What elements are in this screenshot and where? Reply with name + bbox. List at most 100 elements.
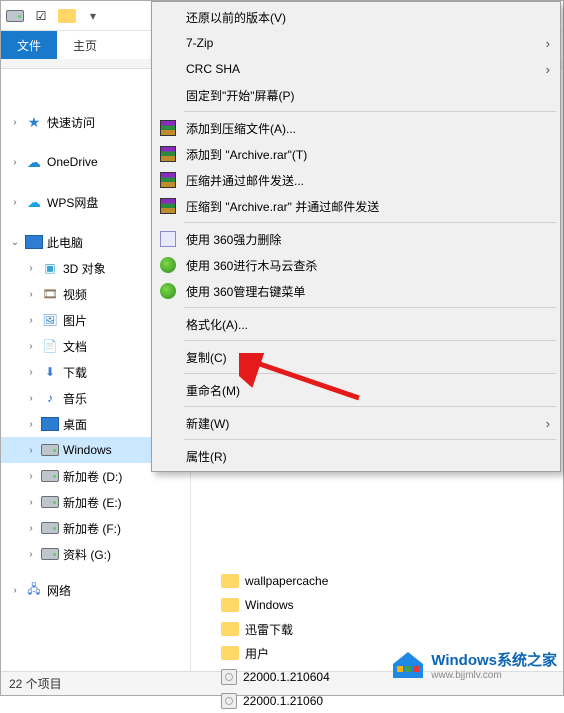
tree-label: Windows — [63, 443, 112, 457]
chevron-right-icon[interactable]: › — [25, 445, 37, 456]
file-name: Windows — [245, 598, 294, 612]
menu-separator — [184, 222, 556, 223]
chevron-right-icon[interactable]: › — [25, 523, 37, 534]
menu-label: CRC SHA — [186, 62, 538, 76]
menu-label: 压缩并通过邮件发送... — [186, 172, 550, 189]
360-icon — [160, 283, 176, 299]
file-name: wallpapercache — [245, 574, 328, 588]
chevron-right-icon: › — [546, 416, 550, 431]
drive-icon — [41, 441, 59, 459]
network-icon: 🖧 — [25, 581, 43, 599]
tree-drive-g[interactable]: › 资料 (G:) — [1, 541, 190, 567]
chevron-right-icon[interactable]: › — [9, 157, 21, 168]
menu-restore-previous[interactable]: 还原以前的版本(V) — [154, 4, 558, 30]
360-icon — [160, 257, 176, 273]
chevron-right-icon[interactable]: › — [9, 197, 21, 208]
drive-icon — [41, 545, 59, 563]
folder-icon — [221, 574, 239, 588]
watermark: Windows系统之家 www.bjjmlv.com — [391, 649, 557, 681]
pc-icon — [25, 233, 43, 251]
menu-separator — [184, 307, 556, 308]
menu-label: 使用 360进行木马云查杀 — [186, 257, 550, 274]
tree-label: 此电脑 — [47, 234, 83, 251]
menu-label: 复制(C) — [186, 349, 550, 366]
file-name: 迅雷下载 — [245, 621, 293, 638]
tree-drive-e[interactable]: › 新加卷 (E:) — [1, 489, 190, 515]
iso-icon — [221, 693, 237, 709]
tree-label: 资料 (G:) — [63, 546, 111, 563]
chevron-right-icon[interactable]: › — [25, 315, 37, 326]
qat-properties-icon[interactable]: ☑ — [31, 6, 51, 26]
list-item[interactable]: wallpapercache — [191, 569, 563, 593]
chevron-right-icon[interactable]: › — [25, 497, 37, 508]
menu-label: 重命名(M) — [186, 382, 550, 399]
iso-icon — [221, 669, 237, 685]
list-item[interactable]: Windows — [191, 593, 563, 617]
chevron-right-icon[interactable]: › — [25, 289, 37, 300]
menu-360-trojan-scan[interactable]: 使用 360进行木马云查杀 — [154, 252, 558, 278]
winrar-icon — [160, 146, 176, 162]
chevron-right-icon[interactable]: › — [25, 471, 37, 482]
menu-pin-start[interactable]: 固定到"开始"屏幕(P) — [154, 82, 558, 108]
house-icon — [391, 650, 425, 680]
menu-separator — [184, 111, 556, 112]
menu-add-archive[interactable]: 添加到压缩文件(A)... — [154, 115, 558, 141]
3d-icon: ▣ — [41, 259, 59, 277]
menu-label: 使用 360管理右键菜单 — [186, 283, 550, 300]
chevron-right-icon[interactable]: › — [9, 117, 21, 128]
menu-properties[interactable]: 属性(R) — [154, 443, 558, 469]
watermark-url: www.bjjmlv.com — [431, 670, 557, 681]
list-item[interactable]: 22000.1.21060 — [191, 689, 563, 713]
menu-separator — [184, 406, 556, 407]
qat-folder-icon[interactable] — [57, 6, 77, 26]
winrar-icon — [160, 120, 176, 136]
menu-format[interactable]: 格式化(A)... — [154, 311, 558, 337]
tree-label: 音乐 — [63, 390, 87, 407]
chevron-right-icon[interactable]: › — [9, 585, 21, 596]
menu-rename[interactable]: 重命名(M) — [154, 377, 558, 403]
menu-7zip[interactable]: 7-Zip› — [154, 30, 558, 56]
360-icon — [160, 231, 176, 247]
watermark-title: Windows系统之家 — [431, 649, 557, 670]
menu-label: 压缩到 "Archive.rar" 并通过邮件发送 — [186, 198, 550, 215]
file-name: 用户 — [245, 645, 269, 662]
menu-add-archive-rar[interactable]: 添加到 "Archive.rar"(T) — [154, 141, 558, 167]
chevron-right-icon[interactable]: › — [25, 419, 37, 430]
menu-crc-sha[interactable]: CRC SHA › — [154, 56, 558, 82]
tree-drive-f[interactable]: › 新加卷 (F:) — [1, 515, 190, 541]
file-name: 22000.1.210604 — [243, 670, 330, 684]
item-count: 22 个项目 — [9, 675, 62, 692]
menu-new[interactable]: 新建(W)› — [154, 410, 558, 436]
chevron-right-icon[interactable]: › — [25, 263, 37, 274]
chevron-right-icon: › — [546, 62, 550, 77]
tree-label: WPS网盘 — [47, 194, 98, 211]
list-item[interactable]: 迅雷下载 — [191, 617, 563, 641]
menu-separator — [184, 439, 556, 440]
menu-compress-email[interactable]: 压缩并通过邮件发送... — [154, 167, 558, 193]
menu-copy[interactable]: 复制(C) — [154, 344, 558, 370]
menu-label: 属性(R) — [186, 448, 550, 465]
menu-360-manage-menu[interactable]: 使用 360管理右键菜单 — [154, 278, 558, 304]
chevron-right-icon[interactable]: › — [25, 341, 37, 352]
tree-label: 图片 — [63, 312, 87, 329]
tab-file[interactable]: 文件 — [1, 31, 57, 59]
download-icon: ⬇ — [41, 363, 59, 381]
tree-network[interactable]: › 🖧 网络 — [1, 577, 190, 603]
chevron-down-icon[interactable]: ⌄ — [9, 237, 21, 248]
chevron-right-icon[interactable]: › — [25, 367, 37, 378]
drive-icon — [41, 493, 59, 511]
menu-360-force-delete[interactable]: 使用 360强力删除 — [154, 226, 558, 252]
menu-separator — [184, 340, 556, 341]
menu-separator — [184, 373, 556, 374]
qat-dropdown-icon[interactable]: ▾ — [83, 6, 103, 26]
tab-home[interactable]: 主页 — [57, 31, 113, 59]
video-icon: 🎞 — [41, 285, 59, 303]
menu-label: 使用 360强力删除 — [186, 231, 550, 248]
chevron-right-icon[interactable]: › — [25, 549, 37, 560]
menu-label: 固定到"开始"屏幕(P) — [186, 87, 550, 104]
chevron-right-icon[interactable]: › — [25, 393, 37, 404]
drive-icon — [41, 467, 59, 485]
tree-label: 桌面 — [63, 416, 87, 433]
picture-icon: 🖼 — [41, 311, 59, 329]
menu-compress-rar-email[interactable]: 压缩到 "Archive.rar" 并通过邮件发送 — [154, 193, 558, 219]
